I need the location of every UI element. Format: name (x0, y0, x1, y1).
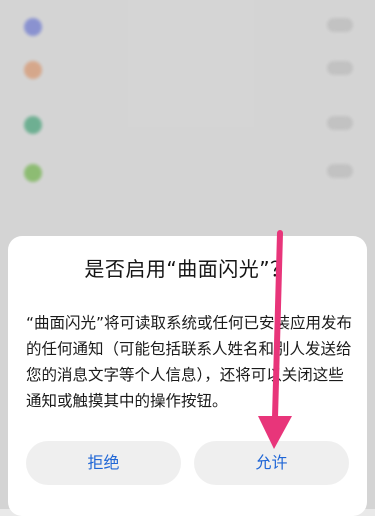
dialog-message: “曲面闪光”将可读取系统或任何已安装应用发布的任何通知（可能包括联系人姓名和别人… (26, 314, 353, 410)
deny-button[interactable]: 拒绝 (26, 441, 181, 485)
permission-dialog: 是否启用“曲面闪光”？ “曲面闪光”将可读取系统或任何已安装应用发布的任何通知（… (8, 236, 367, 516)
allow-button[interactable]: 允许 (194, 441, 349, 485)
dialog-title: 是否启用“曲面闪光”？ (84, 257, 291, 281)
